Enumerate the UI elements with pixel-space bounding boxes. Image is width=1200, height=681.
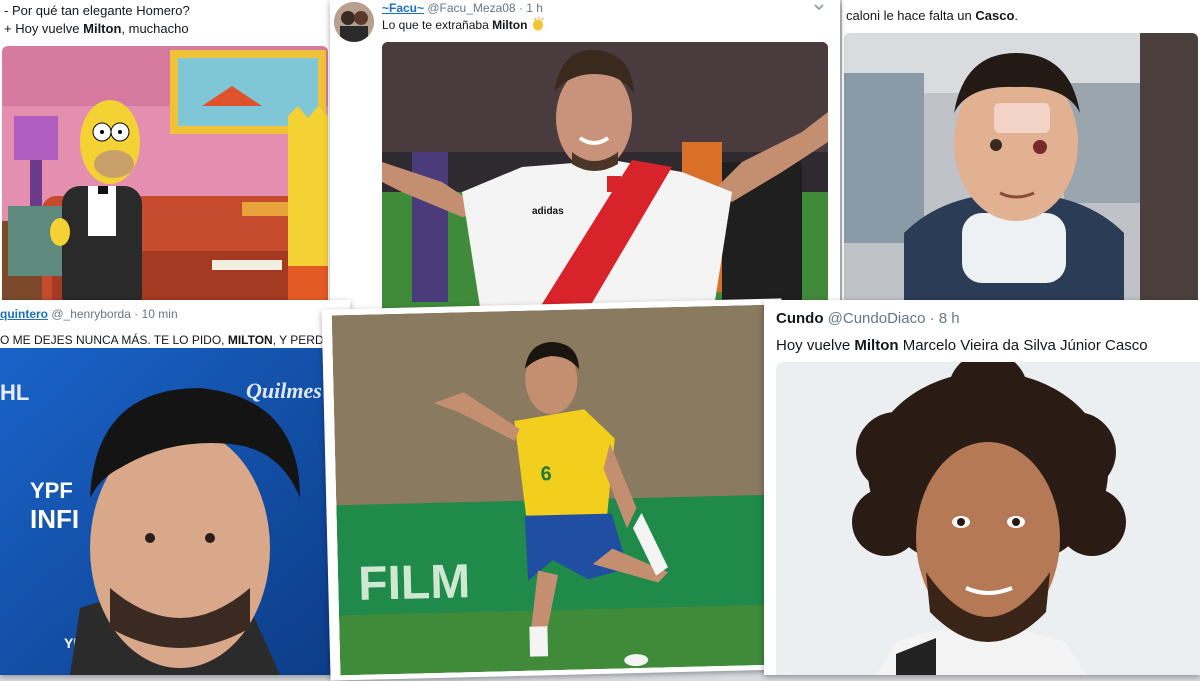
tweet-card-cundo[interactable]: Cundo @CundoDiaco · 8 h Hoy vuelve Milto… xyxy=(764,300,1200,675)
backdrop-ypf: YPF xyxy=(30,478,73,503)
avatar-image xyxy=(334,2,374,42)
scaloni-car-selfie-image[interactable] xyxy=(844,33,1198,308)
river-celebration-illustration: adidas xyxy=(382,42,828,320)
milton-mention: MILTON xyxy=(227,333,273,347)
backdrop-hl: HL xyxy=(0,380,29,405)
author-handle[interactable]: @_henryborda xyxy=(51,307,131,321)
milton-mention: Milton xyxy=(83,21,122,36)
milton-mention: Milton xyxy=(854,337,899,354)
tweet-text-scaloni: caloni le hace falta un Casco. xyxy=(846,8,1019,23)
author-handle[interactable]: @CundoDiaco xyxy=(828,310,926,327)
car-selfie-illustration xyxy=(844,33,1198,308)
tweet-text-line1: - Por qué tan elegante Homero? xyxy=(4,3,190,18)
tweet-header: quintero @_henryborda · 10 min xyxy=(0,307,178,321)
tweet-timestamp[interactable]: · 1 h xyxy=(519,1,543,15)
tweet-timestamp[interactable]: · 8 h xyxy=(930,310,960,327)
tweet-card-facu[interactable]: ~Facu~ @Facu_Meza08 · 1 h Lo que te extr… xyxy=(330,0,840,325)
brazil-kick-illustration: FILM 6 xyxy=(331,304,781,676)
casco-mention: Casco xyxy=(975,8,1015,23)
brazil-player-kick-image[interactable]: FILM 6 xyxy=(331,304,781,676)
interview-illustration: HL Quilmes YPF INFI YPF xyxy=(0,348,350,675)
tweet-header: ~Facu~ @Facu_Meza08 · 1 h xyxy=(382,1,543,15)
tweet-text-line2: + Hoy vuelve Milton, muchacho xyxy=(4,21,189,36)
author-name[interactable]: ~Facu~ xyxy=(382,1,424,15)
interview-backdrop-image[interactable]: HL Quilmes YPF INFI YPF xyxy=(0,348,350,675)
milton-mention: Milton xyxy=(492,18,528,32)
tweet-text-facu: Lo que te extrañaba Milton xyxy=(382,17,545,32)
adidas-logo: adidas xyxy=(532,206,564,217)
author-handle[interactable]: @Facu_Meza08 xyxy=(427,1,515,15)
river-player-celebration-image[interactable]: adidas xyxy=(382,42,828,320)
jersey-number: 6 xyxy=(540,463,552,485)
homer-illustration xyxy=(2,46,328,314)
billboard-text: FILM xyxy=(358,555,471,611)
tweet-text-quintero: O ME DEJES NUNCA MÁS. TE LO PIDO, MILTON… xyxy=(0,333,350,347)
chevron-down-icon[interactable] xyxy=(812,0,826,14)
marcelo-portrait-image[interactable] xyxy=(776,362,1200,675)
backdrop-quilmes: Quilmes xyxy=(246,378,322,403)
tweet-card-scaloni[interactable]: caloni le hace falta un Casco. xyxy=(842,0,1200,312)
backdrop-infi: INFI xyxy=(30,504,79,534)
tweet-card-homero[interactable]: - Por qué tan elegante Homero? + Hoy vue… xyxy=(0,0,332,318)
avatar[interactable] xyxy=(334,2,374,42)
author-name[interactable]: Cundo xyxy=(776,310,823,327)
clapping-hands-icon xyxy=(531,17,545,31)
tweet-text-cundo: Hoy vuelve Milton Marcelo Vieira da Silv… xyxy=(776,337,1148,354)
tweet-header: Cundo @CundoDiaco · 8 h xyxy=(776,310,960,327)
tweet-card-quintero[interactable]: quintero @_henryborda · 10 min O ME DEJE… xyxy=(0,300,350,675)
tweet-card-brasil[interactable]: FILM 6 xyxy=(321,298,791,681)
tweet-timestamp[interactable]: · 10 min xyxy=(134,307,177,321)
homer-simpson-image[interactable] xyxy=(2,46,328,314)
portrait-illustration xyxy=(776,362,1200,675)
author-name[interactable]: quintero xyxy=(0,307,48,321)
